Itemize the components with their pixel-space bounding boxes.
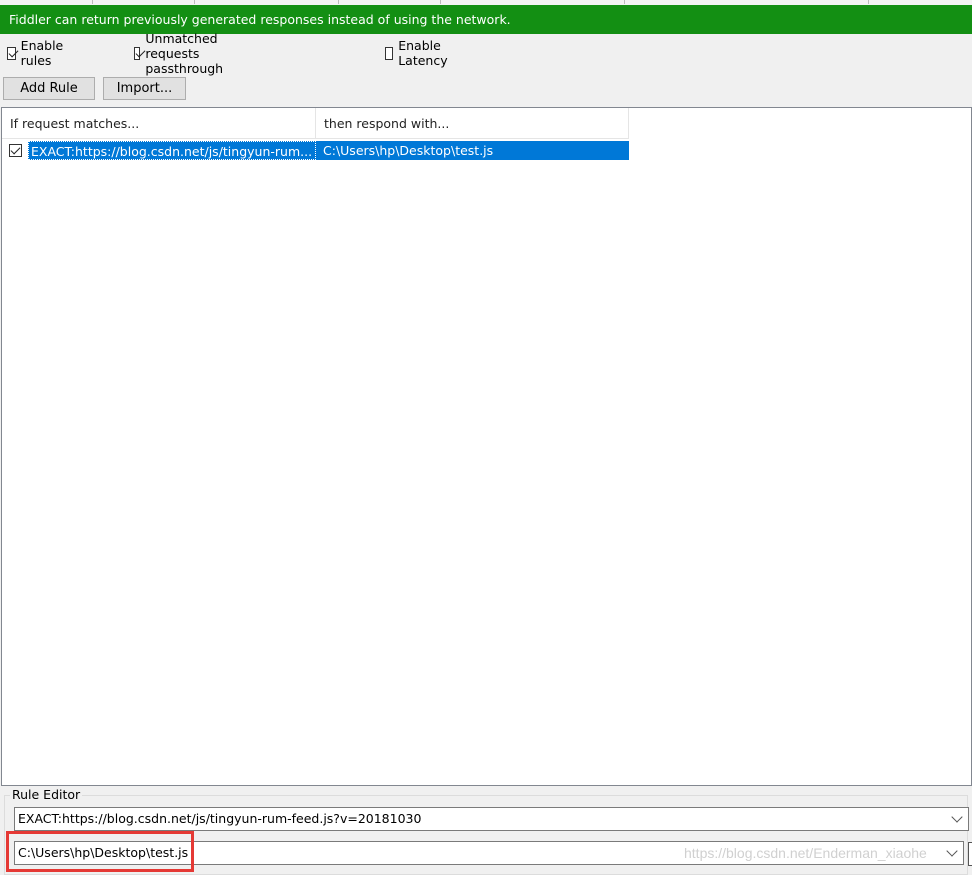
import-button[interactable]: Import... [103, 77, 186, 100]
enable-rules-checkbox[interactable]: Enable rules [7, 38, 68, 68]
tab-fragment [338, 0, 339, 4]
tab-fragment [92, 0, 93, 4]
enable-rules-check-box[interactable] [7, 46, 16, 60]
rule-enabled-checkbox[interactable] [9, 144, 22, 157]
rule-editor-title: Rule Editor [10, 787, 83, 803]
match-combobox-value[interactable]: EXACT:https://blog.csdn.net/js/tingyun-r… [18, 808, 421, 830]
info-banner-text: Fiddler can return previously generated … [9, 12, 511, 27]
enable-rules-label: Enable rules [20, 38, 64, 68]
tab-fragment [868, 0, 869, 4]
unmatched-passthrough-label: Unmatched requests passthrough [145, 30, 224, 76]
watermark-text: https://blog.csdn.net/Enderman_xiaohe [684, 845, 927, 861]
column-header-respond[interactable]: then respond with... [316, 108, 629, 139]
chevron-down-icon[interactable] [943, 842, 961, 864]
add-rule-button[interactable]: Add Rule [3, 77, 95, 100]
highlight-box [6, 831, 194, 872]
chevron-down-icon[interactable] [948, 808, 966, 830]
table-row[interactable]: EXACT:https://blog.csdn.net/js/tingyun-r… [2, 140, 629, 161]
unmatched-passthrough-checkbox[interactable]: Unmatched requests passthrough [134, 31, 230, 76]
unmatched-passthrough-check-box[interactable] [134, 46, 141, 60]
tab-fragment [440, 0, 441, 4]
rules-list[interactable]: If request matches... then respond with.… [1, 107, 972, 786]
match-combobox[interactable]: EXACT:https://blog.csdn.net/js/tingyun-r… [14, 807, 969, 831]
rule-respond-cell[interactable]: C:\Users\hp\Desktop\test.js [316, 141, 629, 160]
enable-latency-checkbox[interactable]: Enable Latency [385, 38, 452, 68]
column-header-match[interactable]: If request matches... [2, 108, 316, 139]
rule-match-cell[interactable]: EXACT:https://blog.csdn.net/js/tingyun-r… [28, 141, 316, 160]
tab-fragment [624, 0, 625, 4]
tab-fragment [194, 0, 195, 4]
enable-latency-label: Enable Latency [398, 38, 448, 68]
respond-options-button[interactable] [968, 842, 972, 866]
enable-latency-check-box[interactable] [385, 46, 394, 60]
